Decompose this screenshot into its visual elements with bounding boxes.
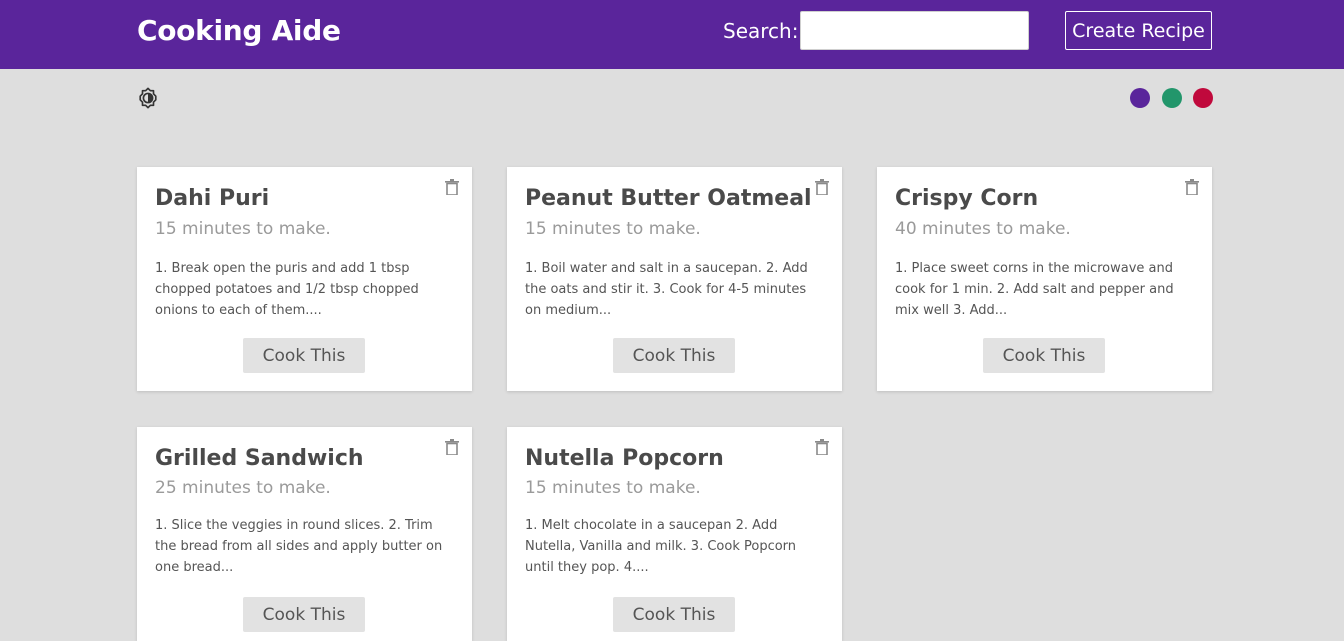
theme-red-swatch[interactable]	[1193, 88, 1213, 108]
cook-this-button[interactable]: Cook This	[613, 338, 735, 373]
trash-icon[interactable]	[815, 179, 829, 195]
recipe-title: Crispy Corn	[895, 186, 1039, 211]
recipe-description: 1. Break open the puris and add 1 tbsp c…	[155, 261, 419, 318]
brightness-icon[interactable]	[137, 87, 159, 109]
recipe-title: Nutella Popcorn	[525, 446, 724, 471]
recipe-card: Peanut Butter Oatmeal 15 minutes to make…	[507, 167, 842, 391]
recipe-description: 1. Place sweet corns in the microwave an…	[895, 261, 1174, 318]
theme-purple-swatch[interactable]	[1130, 88, 1150, 108]
app-brand[interactable]: Cooking Aide	[137, 14, 341, 47]
recipe-time: 15 minutes to make.	[525, 219, 701, 239]
app-header: Cooking Aide Search: Create Recipe	[0, 0, 1344, 69]
search-input[interactable]	[800, 11, 1029, 50]
recipe-time: 40 minutes to make.	[895, 219, 1071, 239]
recipe-time: 25 minutes to make.	[155, 478, 331, 498]
recipe-card: Crispy Corn 40 minutes to make. 1. Place…	[877, 167, 1212, 391]
trash-icon[interactable]	[445, 179, 459, 195]
recipe-title: Peanut Butter Oatmeal	[525, 186, 812, 211]
recipe-time: 15 minutes to make.	[155, 219, 331, 239]
recipe-title: Dahi Puri	[155, 186, 270, 211]
trash-icon[interactable]	[815, 439, 829, 455]
cook-this-button[interactable]: Cook This	[613, 597, 735, 632]
theme-green-swatch[interactable]	[1162, 88, 1182, 108]
search-label: Search:	[723, 19, 799, 43]
trash-icon[interactable]	[1185, 179, 1199, 195]
cook-this-button[interactable]: Cook This	[243, 338, 365, 373]
recipe-description: 1. Slice the veggies in round slices. 2.…	[155, 518, 443, 575]
cook-this-button[interactable]: Cook This	[243, 597, 365, 632]
recipe-title: Grilled Sandwich	[155, 446, 364, 471]
recipe-card: Nutella Popcorn 15 minutes to make. 1. M…	[507, 427, 842, 641]
recipe-time: 15 minutes to make.	[525, 478, 701, 498]
recipe-card: Dahi Puri 15 minutes to make. 1. Break o…	[137, 167, 472, 391]
recipe-card: Grilled Sandwich 25 minutes to make. 1. …	[137, 427, 472, 641]
cook-this-button[interactable]: Cook This	[983, 338, 1105, 373]
recipe-description: 1. Melt chocolate in a saucepan 2. Add N…	[525, 518, 797, 575]
trash-icon[interactable]	[445, 439, 459, 455]
create-recipe-button[interactable]: Create Recipe	[1065, 11, 1212, 50]
recipe-description: 1. Boil water and salt in a saucepan. 2.…	[525, 261, 808, 318]
